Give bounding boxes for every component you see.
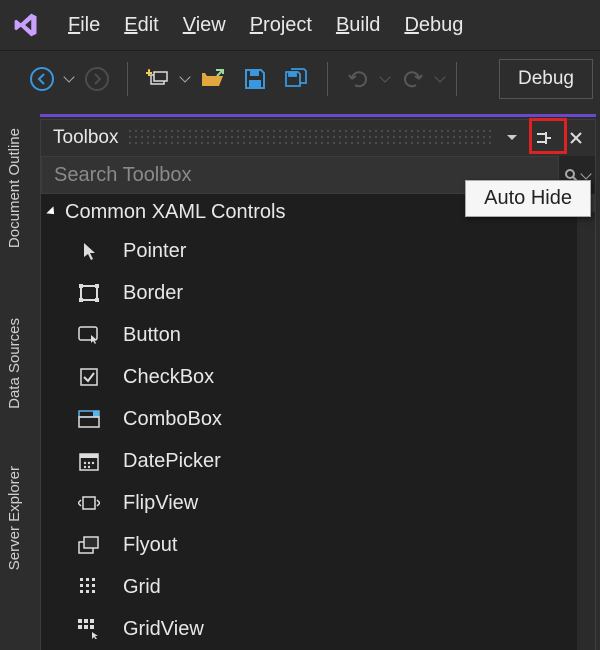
item-label: ComboBox — [123, 408, 222, 431]
item-gridview[interactable]: GridView — [41, 608, 595, 650]
grid-icon — [75, 576, 103, 598]
toolbar: Debug — [0, 50, 600, 106]
scrollbar-track[interactable] — [577, 212, 595, 650]
tab-server-explorer[interactable]: Server Explorer — [6, 466, 28, 570]
border-icon — [75, 282, 103, 304]
item-label: DatePicker — [123, 450, 221, 473]
pointer-icon — [75, 240, 103, 262]
item-label: Grid — [123, 576, 161, 599]
toolbox-tree: Common XAML Controls Pointer Border Butt… — [41, 194, 595, 650]
item-flyout[interactable]: Flyout — [41, 524, 595, 566]
item-datepicker[interactable]: DatePicker — [41, 440, 595, 482]
left-tab-well: Document Outline Data Sources Server Exp… — [0, 106, 34, 650]
item-label: FlipView — [123, 492, 198, 515]
vs-logo-icon — [8, 11, 44, 39]
category-label: Common XAML Controls — [65, 201, 285, 224]
combobox-icon — [75, 408, 103, 430]
window-menu-dropdown[interactable] — [499, 125, 525, 151]
item-label: CheckBox — [123, 366, 214, 389]
menu-build[interactable]: Build — [336, 14, 380, 37]
item-button[interactable]: Button — [41, 314, 595, 356]
close-panel-button[interactable] — [563, 125, 589, 151]
chevron-down-icon — [179, 71, 190, 82]
item-label: Button — [123, 324, 181, 347]
nav-forward-button — [79, 61, 115, 97]
tab-data-sources[interactable]: Data Sources — [6, 318, 28, 409]
expand-collapse-icon — [46, 206, 57, 217]
datepicker-icon — [75, 450, 103, 472]
item-pointer[interactable]: Pointer — [41, 230, 595, 272]
separator — [327, 62, 328, 96]
item-combobox[interactable]: ComboBox — [41, 398, 595, 440]
undo-button — [340, 61, 389, 97]
toolbox-header[interactable]: Toolbox — [41, 120, 595, 156]
menu-file[interactable]: File — [68, 14, 100, 37]
checkbox-icon — [75, 366, 103, 388]
item-grid[interactable]: Grid — [41, 566, 595, 608]
flyout-icon — [75, 534, 103, 556]
gridview-icon — [75, 618, 103, 640]
save-all-button[interactable] — [279, 61, 315, 97]
panel-active-indicator — [40, 114, 596, 117]
separator — [456, 62, 457, 96]
chevron-down-icon — [434, 71, 445, 82]
debug-target-label: Debug — [518, 68, 574, 90]
grip-icon — [127, 128, 492, 148]
tooltip: Auto Hide — [465, 180, 591, 217]
chevron-down-icon — [379, 71, 390, 82]
open-file-button[interactable] — [195, 61, 231, 97]
item-label: Flyout — [123, 534, 177, 557]
separator — [127, 62, 128, 96]
panel-title: Toolbox — [53, 127, 119, 149]
nav-back-button[interactable] — [24, 61, 73, 97]
item-flipview[interactable]: FlipView — [41, 482, 595, 524]
autohide-pin-button[interactable] — [531, 125, 557, 151]
item-label: Border — [123, 282, 183, 305]
item-label: GridView — [123, 618, 204, 641]
menu-view[interactable]: View — [183, 14, 226, 37]
redo-button — [395, 61, 444, 97]
save-button[interactable] — [237, 61, 273, 97]
item-checkbox[interactable]: CheckBox — [41, 356, 595, 398]
item-label: Pointer — [123, 240, 186, 263]
item-border[interactable]: Border — [41, 272, 595, 314]
tab-document-outline[interactable]: Document Outline — [6, 128, 28, 248]
menu-project[interactable]: Project — [250, 14, 312, 37]
menubar: File Edit View Project Build Debug — [0, 0, 600, 50]
menu-edit[interactable]: Edit — [124, 14, 158, 37]
chevron-down-icon — [63, 71, 74, 82]
menu-debug[interactable]: Debug — [404, 14, 463, 37]
flipview-icon — [75, 492, 103, 514]
toolbox-panel: Toolbox Auto Hide — [40, 119, 596, 650]
debug-target-dropdown[interactable]: Debug — [499, 59, 593, 99]
new-item-button[interactable] — [140, 61, 189, 97]
button-icon — [75, 324, 103, 346]
